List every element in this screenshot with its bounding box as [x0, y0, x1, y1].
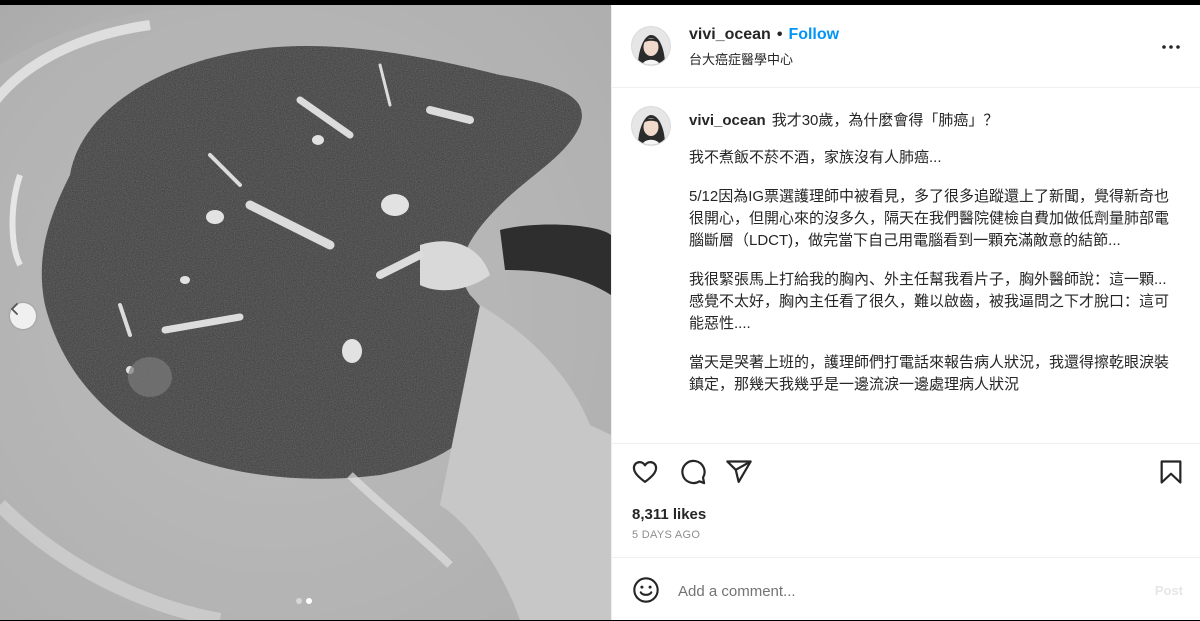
header-text: vivi_ocean • Follow 台大癌症醫學中心 [689, 26, 839, 68]
like-button[interactable] [631, 458, 659, 486]
separator-dot: • [776, 26, 783, 43]
caption-username[interactable]: vivi_ocean [689, 112, 766, 129]
caption-paragraph: 當天是哭著上班的，護理師們打電話來報告病人狀況，我還得擦乾眼淚裝鎮定，那幾天我幾… [689, 354, 1170, 393]
more-horizontal-icon [1162, 45, 1180, 49]
save-button[interactable] [1157, 458, 1185, 486]
nodule-shadow [128, 357, 172, 397]
carousel-dot [296, 598, 302, 604]
emoji-icon [633, 577, 659, 603]
caption-paragraph: 5/12因為IG票選護理師中被看見，多了很多追蹤還上了新聞，覺得新奇也很開心，但… [689, 188, 1170, 249]
comment-input[interactable] [676, 575, 1140, 607]
user-avatar-image [632, 107, 670, 145]
caption-paragraph: 我不煮飯不菸不酒，家族沒有人肺癌... [689, 149, 942, 166]
more-options-button[interactable] [1161, 39, 1181, 55]
header-line: vivi_ocean • Follow [689, 26, 839, 44]
post-timestamp[interactable]: 5 DAYS AGO [632, 529, 700, 541]
carousel-indicator [296, 598, 312, 604]
emoji-button[interactable] [632, 576, 660, 604]
bookmark-icon [1160, 460, 1182, 484]
comment-bar: Post [612, 557, 1200, 621]
caption-text: vivi_ocean 我才30歲，為什麼會得「肺癌」？ 我不煮飯不菸不酒，家族沒有… [689, 110, 1179, 413]
carousel-dot-active [306, 598, 312, 604]
caption-avatar[interactable] [631, 106, 671, 146]
post-image [0, 5, 611, 620]
follow-button[interactable]: Follow [788, 26, 839, 44]
chevron-left-icon [11, 303, 18, 315]
caption-area: vivi_ocean 我才30歲，為什麼會得「肺癌」？ 我不煮飯不菸不酒，家族沒有… [612, 88, 1200, 443]
caption-paragraph: 我很緊張馬上打給我的胸內、外主任幫我看片子，胸外醫師說：這一顆...感覺不太好，… [689, 271, 1170, 332]
caption-first-line: vivi_ocean 我才30歲，為什麼會得「肺癌」？ [689, 110, 1179, 132]
username-link[interactable]: vivi_ocean [689, 26, 771, 44]
location-link[interactable]: 台大癌症醫學中心 [689, 49, 839, 68]
post-comment-button[interactable]: Post [1155, 583, 1183, 598]
caption-headline: 我才30歲，為什麼會得「肺癌」？ [771, 112, 999, 129]
avatar[interactable] [631, 26, 671, 66]
ct-scan-image [0, 5, 611, 620]
like-count[interactable]: 8,311 likes [632, 506, 706, 523]
post-header: vivi_ocean • Follow 台大癌症醫學中心 [612, 5, 1200, 88]
instagram-post-viewer: vivi_ocean • Follow 台大癌症醫學中心 vivi_ocean … [0, 0, 1200, 620]
comment-icon [681, 459, 706, 485]
share-button[interactable] [725, 458, 753, 486]
post-details-panel: vivi_ocean • Follow 台大癌症醫學中心 vivi_ocean … [611, 5, 1200, 620]
share-icon [726, 460, 752, 484]
action-bar [612, 443, 1200, 506]
carousel-prev-button[interactable] [10, 303, 36, 329]
user-avatar-image [632, 27, 670, 65]
comment-button[interactable] [679, 458, 707, 486]
heart-icon [632, 460, 658, 484]
